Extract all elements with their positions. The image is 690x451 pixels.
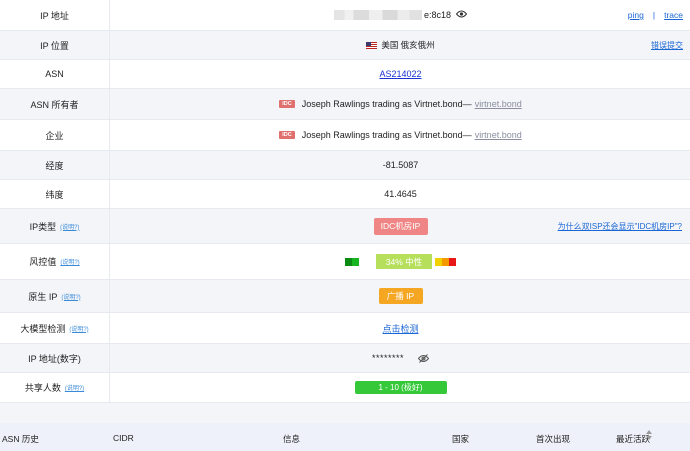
asn-owner-domain-link[interactable]: virtnet.bond (475, 99, 522, 109)
asn-value: AS214022 (111, 60, 690, 88)
ip-type-faq[interactable]: 为什么双ISP还会显示"IDC机房IP"? (558, 209, 682, 243)
asn-owner-value: IDC Joseph Rawlings trading as Virtnet.b… (111, 89, 690, 119)
idc-tag: IDC (279, 100, 295, 108)
company-domain-link[interactable]: virtnet.bond (475, 130, 522, 140)
ip-numeric-value: ******** (111, 344, 690, 372)
row-shared-users: 共享人数 (说明?) 1 - 10 (极好) (0, 373, 690, 403)
risk-help-link[interactable]: (说明?) (60, 257, 79, 266)
ip-type-faq-link[interactable]: 为什么双ISP还会显示"IDC机房IP"? (558, 221, 682, 232)
risk-level-1 (345, 257, 352, 266)
ip-numeric-text: ******** (371, 353, 405, 363)
row-ip-location: IP 位置 美国 俄亥俄州 错误提交 (0, 31, 690, 60)
row-longitude: 经度 -81.5087 (0, 151, 690, 180)
click-detect-link[interactable]: 点击检测 (382, 322, 418, 335)
asn-link[interactable]: AS214022 (379, 69, 421, 79)
col-info: 信息 (283, 434, 301, 444)
row-asn: ASN AS214022 (0, 60, 690, 89)
masked-ip (333, 10, 422, 20)
col-country: 国家 (452, 434, 470, 444)
section-spacer (0, 403, 690, 423)
llm-detection-value: 点击检测 (111, 313, 690, 343)
row-asn-owner: ASN 所有者 IDC Joseph Rawlings trading as V… (0, 89, 690, 120)
native-ip-badge: 广播 IP (378, 288, 423, 304)
native-ip-value: 广播 IP (111, 280, 690, 312)
ip-type-help-link[interactable]: (说明?) (60, 222, 79, 231)
ip-type-badge: IDC机房IP (373, 217, 428, 235)
shared-help-link[interactable]: (说明?) (65, 383, 84, 392)
shared-users-badge: 1 - 10 (极好) (354, 381, 447, 394)
ip-address-text: e:8c18 (423, 10, 452, 20)
us-flag-icon (366, 41, 378, 49)
risk-level-5 (442, 257, 449, 266)
company-value: IDC Joseph Rawlings trading as Virtnet.b… (111, 120, 690, 150)
label-ip-address: IP 地址 (0, 0, 110, 30)
longitude-value: -81.5087 (382, 160, 419, 170)
label-risk: 风控值 (说明?) (0, 244, 110, 279)
company-text: Joseph Rawlings trading as Virtnet.bond— (301, 130, 472, 140)
ip-address-value: e:8c18 (111, 0, 690, 30)
report-error-text[interactable]: 错误提交 (651, 40, 683, 51)
llm-label-text: 大模型检测 (20, 323, 66, 334)
col-last-active[interactable]: 最近活跃 (616, 433, 650, 445)
label-asn-owner: ASN 所有者 (0, 89, 110, 119)
native-ip-label-text: 原生 IP (28, 291, 58, 302)
llm-help-link[interactable]: (说明?) (69, 324, 88, 333)
risk-meter: 34% 中性 (111, 244, 690, 279)
label-llm-detection: 大模型检测 (说明?) (0, 313, 110, 343)
risk-label-text: 风控值 (29, 257, 57, 267)
risk-level-4 (435, 257, 442, 266)
row-ip-numeric: IP 地址(数字) ******** (0, 344, 690, 373)
ip-info-panel: IP 地址 e:8c18 ping | trace IP 位置 美国 俄亥俄州 … (0, 0, 690, 451)
shared-users-value: 1 - 10 (极好) (111, 373, 690, 402)
latitude-value: 41.4645 (384, 189, 417, 199)
eye-off-icon[interactable] (418, 353, 430, 363)
location-text: 美国 俄亥俄州 (381, 40, 435, 50)
sort-icon[interactable] (646, 430, 652, 442)
label-latitude: 纬度 (0, 180, 110, 208)
row-llm-detection: 大模型检测 (说明?) 点击检测 (0, 313, 690, 344)
label-ip-location: IP 位置 (0, 31, 110, 59)
row-native-ip: 原生 IP (说明?) 广播 IP (0, 280, 690, 313)
row-latitude: 纬度 41.4645 (0, 180, 690, 209)
ip-location-value: 美国 俄亥俄州 (111, 31, 690, 59)
col-first-seen: 首次出现 (536, 434, 571, 444)
tools-separator: | (652, 10, 656, 20)
row-risk: 风控值 (说明?) 34% 中性 (0, 244, 690, 280)
ping-link[interactable]: ping (628, 10, 644, 20)
asn-owner-text: Joseph Rawlings trading as Virtnet.bond— (301, 99, 472, 109)
trace-link[interactable]: trace (664, 10, 683, 20)
report-error-link[interactable]: 错误提交 (651, 31, 683, 59)
row-company: 企业 IDC Joseph Rawlings trading as Virtne… (0, 120, 690, 151)
label-shared-users: 共享人数 (说明?) (0, 373, 110, 402)
eye-icon[interactable] (455, 10, 468, 21)
label-ip-type: IP类型 (说明?) (0, 209, 110, 243)
label-longitude: 经度 (0, 151, 110, 179)
risk-value-badge: 34% 中性 (376, 254, 432, 269)
label-asn: ASN (0, 60, 110, 88)
native-ip-help-link[interactable]: (说明?) (61, 292, 80, 301)
label-company: 企业 (0, 120, 110, 150)
ip-tools: ping | trace (628, 0, 683, 30)
idc-tag: IDC (279, 131, 295, 139)
row-ip-address: IP 地址 e:8c18 ping | trace (0, 0, 690, 31)
ip-type-label-text: IP类型 (29, 221, 57, 232)
history-title: ASN 历史 (2, 434, 39, 444)
col-cidr: CIDR (113, 433, 134, 443)
shared-label-text: 共享人数 (24, 383, 61, 393)
risk-level-6 (449, 257, 456, 266)
risk-level-2 (352, 257, 359, 266)
label-ip-numeric: IP 地址(数字) (0, 344, 110, 372)
label-native-ip: 原生 IP (说明?) (0, 280, 110, 312)
asn-history-header: ASN 历史 CIDR 信息 国家 首次出现 最近活跃 (0, 423, 690, 451)
row-ip-type: IP类型 (说明?) IDC机房IP 为什么双ISP还会显示"IDC机房IP"? (0, 209, 690, 244)
